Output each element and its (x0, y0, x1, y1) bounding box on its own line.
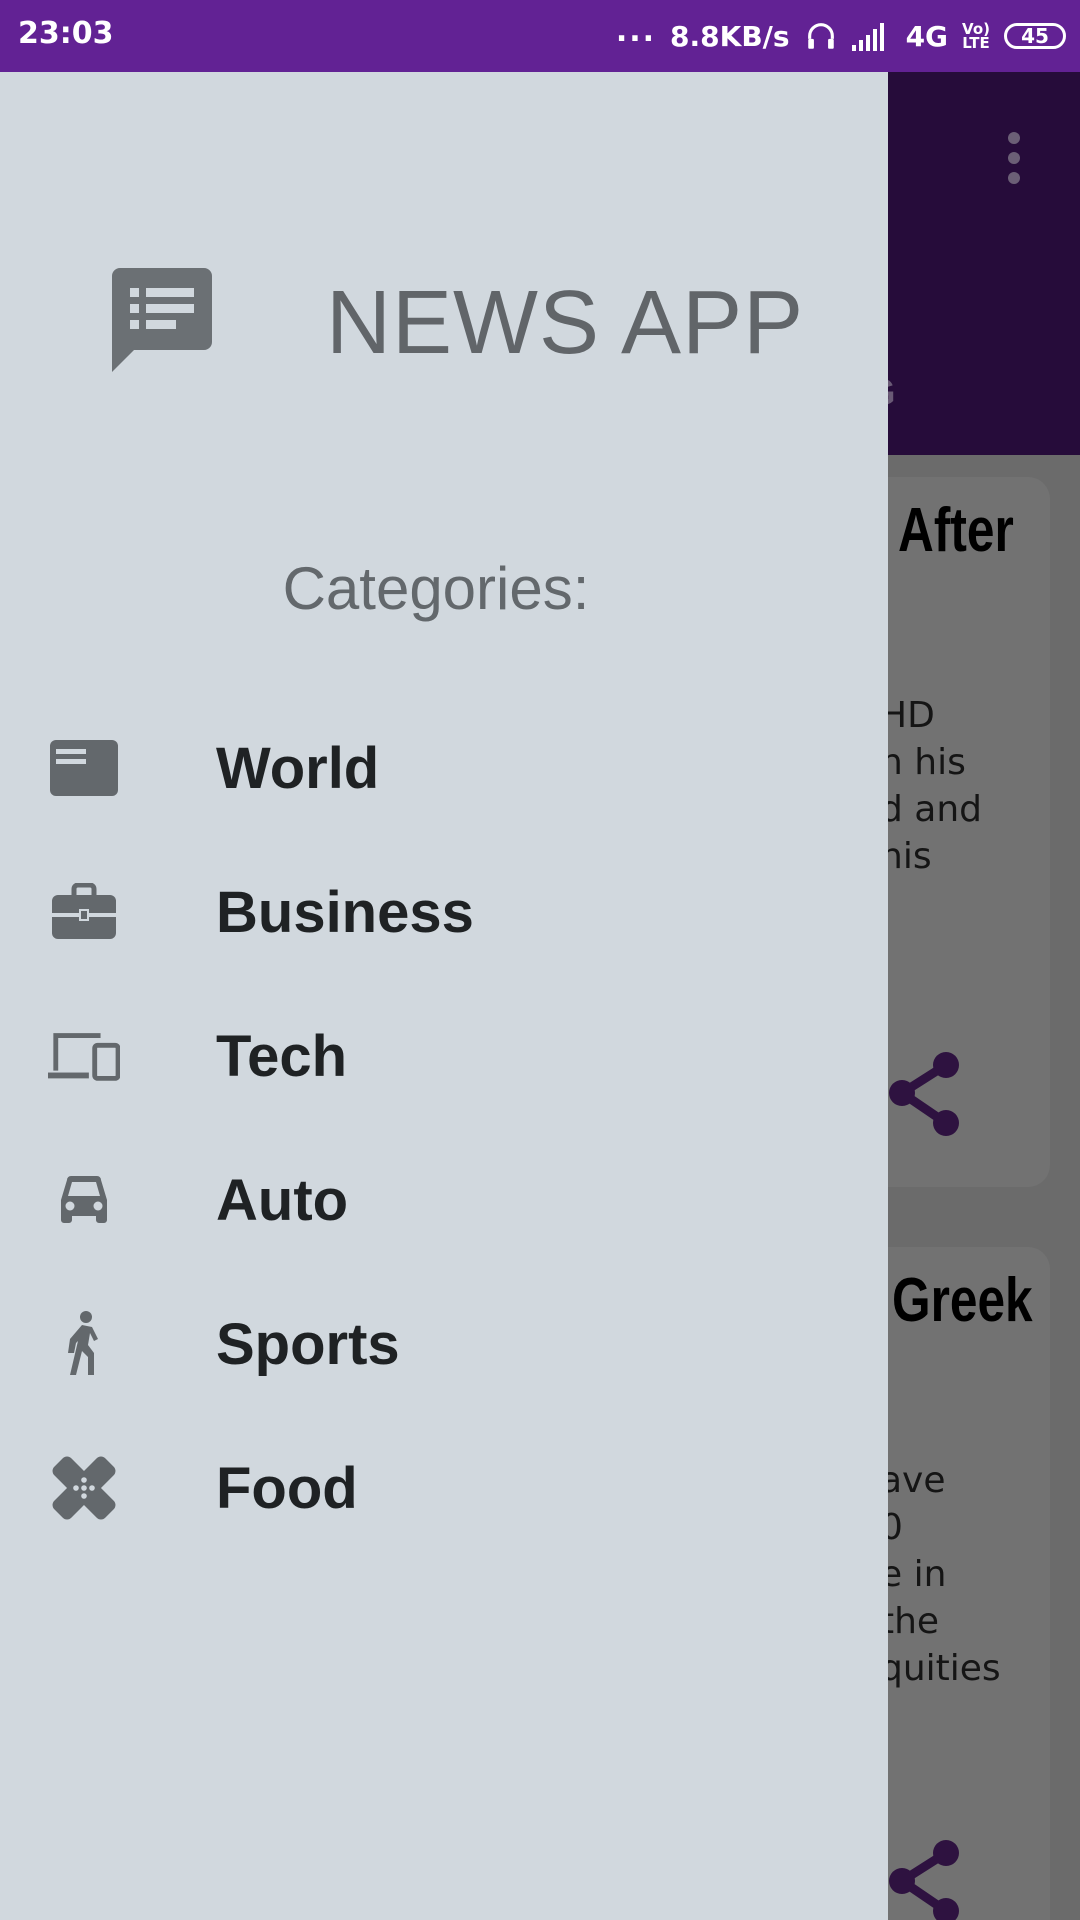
drawer-header: NEWS APP (0, 72, 888, 492)
status-bar: 23:03 ... 8.8KB/s 4G Vo) LTE 45 (0, 0, 1080, 72)
briefcase-icon (48, 876, 120, 948)
menu-item-world[interactable]: World (0, 696, 888, 840)
navigation-drawer: NEWS APP Categories: World Business Tech… (0, 72, 888, 1920)
network-type: 4G (905, 19, 949, 53)
categories-heading: Categories: (282, 555, 590, 622)
menu-item-auto[interactable]: Auto (0, 1128, 888, 1272)
walking-icon (48, 1308, 120, 1380)
share-icon[interactable] (880, 1049, 970, 1139)
menu-item-label: Sports (216, 1311, 400, 1377)
menu-item-sports[interactable]: Sports (0, 1272, 888, 1416)
car-icon (48, 1164, 120, 1236)
status-time: 23:03 (18, 16, 114, 51)
bandage-icon (48, 1452, 120, 1524)
app-title: NEWS APP (326, 273, 805, 373)
menu-item-label: Tech (216, 1023, 348, 1089)
news-card-description: ave 0 e in the quities (880, 1460, 1001, 1689)
headphones-icon (807, 23, 834, 49)
status-icons: ... 8.8KB/s 4G Vo) LTE 45 (616, 12, 1066, 60)
menu-item-label: Auto (216, 1167, 349, 1233)
menu-item-tech[interactable]: Tech (0, 984, 888, 1128)
more-notifications-icon: ... (615, 13, 657, 49)
signal-icon (851, 23, 884, 51)
volte-bottom: LTE (962, 34, 990, 52)
newspaper-icon (48, 732, 120, 804)
news-card-title: Greek (892, 1266, 1033, 1335)
devices-icon (48, 1020, 120, 1092)
battery-icon: 45 (1004, 23, 1066, 49)
screen: 23:03 ... 8.8KB/s 4G Vo) LTE 45 After HD… (0, 0, 1080, 1920)
menu-item-food[interactable]: Food (0, 1416, 888, 1560)
battery-level: 45 (1021, 24, 1049, 48)
menu-item-business[interactable]: Business (0, 840, 888, 984)
volte-indicator: Vo) LTE (962, 22, 990, 52)
news-card-description: HD n his d and his (880, 695, 983, 877)
share-icon[interactable] (880, 1837, 970, 1920)
news-card-title: After (898, 496, 1014, 565)
overflow-menu-icon[interactable] (1000, 130, 1028, 186)
menu-item-label: Food (216, 1455, 358, 1521)
menu-item-label: Business (216, 879, 474, 945)
feed-message-icon (112, 268, 212, 372)
menu-item-label: World (216, 735, 380, 801)
network-speed: 8.8KB/s (670, 19, 790, 53)
